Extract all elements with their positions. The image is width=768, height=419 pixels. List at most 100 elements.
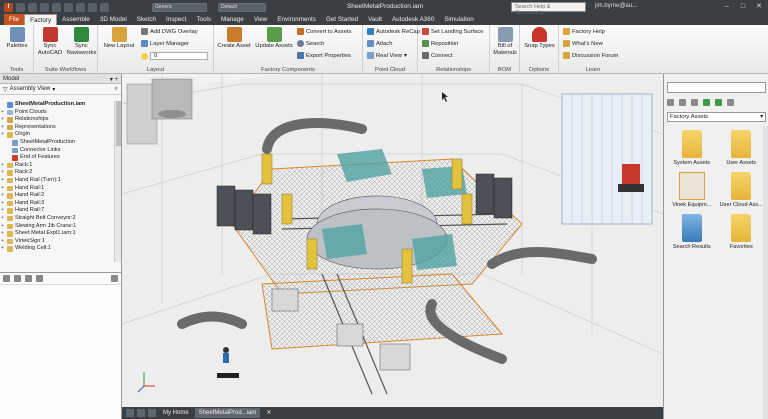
expand-icon[interactable]: + [0,192,5,200]
whats-new-button[interactable]: What's New [563,40,603,47]
appearance-select[interactable]: Default [218,2,266,12]
tree-item[interactable]: + Sheet Metal Expl1.iam:1 [0,230,114,238]
asset-search-input[interactable] [667,82,766,93]
factory-layout-render[interactable] [122,74,663,407]
close-icon[interactable] [111,275,118,282]
asset-item[interactable]: Search Results [667,214,717,250]
tab-get-started[interactable]: Get Started [321,14,363,25]
next-icon[interactable] [148,409,156,417]
search-icon[interactable]: ⌕ [115,86,118,93]
tree-item[interactable]: + VirtekSign:1 [0,238,114,246]
prev-icon[interactable] [137,409,145,417]
update-assets-button[interactable]: Update Assets [254,27,294,50]
palettes-button[interactable]: Palettes [3,27,31,50]
tab-inspect[interactable]: Inspect [161,14,191,25]
sync-icon[interactable] [715,98,722,106]
sort-icon[interactable] [3,275,10,282]
redo-icon[interactable] [25,275,32,282]
set-landing-surface-button[interactable]: Set Landing Surface [422,28,484,35]
redo-icon[interactable] [64,2,73,12]
assembly-view-select[interactable]: Assembly View [10,86,51,92]
real-view-button[interactable]: Real View ▾ [367,52,407,59]
sync-autocad-button[interactable]: Sync AutoCAD [35,27,65,56]
asset-scrollbar[interactable] [763,126,768,419]
graphics-viewport[interactable] [122,74,663,407]
new-layout-button[interactable]: New Layout [101,27,137,50]
scrollbar-thumb[interactable] [116,101,121,146]
asset-library-select[interactable]: Factory Assets ▾ [667,112,766,122]
autodesk-recap-button[interactable]: Autodesk ReCap [367,28,420,35]
new-file-icon[interactable] [16,2,25,12]
open-file-icon[interactable] [28,2,37,12]
settings-icon[interactable] [727,98,734,106]
tree-item[interactable]: + Hand Rail:7 [0,207,114,215]
tree-item[interactable]: + Representations [0,124,114,132]
minimize-icon[interactable]: – [722,2,732,11]
close-icon[interactable]: ✕ [754,2,764,11]
expand-icon[interactable]: + [0,162,5,170]
tab-factory[interactable]: Factory [24,14,58,25]
discussion-forum-button[interactable]: Discussion Forum [563,52,618,59]
expand-icon[interactable]: + [0,215,5,223]
grid-icon[interactable] [126,409,134,417]
bill-of-materials-button[interactable]: Bill of Materials [491,27,519,56]
tree-item[interactable]: + Rack:1 [0,162,114,170]
undo-icon[interactable] [52,2,61,12]
tab-simulation[interactable]: Simulation [439,14,478,25]
tree-item[interactable]: Connector Links [0,147,114,155]
tab-manage[interactable]: Manage [216,14,249,25]
chevron-down-icon[interactable]: ▾ [52,86,55,93]
tree-icon[interactable] [36,275,43,282]
tab-environments[interactable]: Environments [272,14,321,25]
tab-vault[interactable]: Vault [363,14,387,25]
expand-icon[interactable]: + [0,116,5,124]
tree-item[interactable]: + Straight Belt Conveyor:2 [0,215,114,223]
layer-select[interactable]: 0 [141,52,208,60]
expand-icon[interactable]: + [0,109,5,117]
asset-item[interactable]: System Assets [667,130,717,166]
create-asset-button[interactable]: Create Asset [216,27,252,50]
close-icon[interactable]: ✕ [262,408,275,418]
snap-types-button[interactable]: Snap Types [522,27,557,50]
select-icon[interactable] [88,2,97,12]
tree-item[interactable]: + Slewing Arm Jib Crane:1 [0,223,114,231]
expand-icon[interactable]: + [0,185,5,193]
expand-icon[interactable]: + [0,245,5,253]
home-icon[interactable] [76,2,85,12]
asset-item[interactable]: Vinek Equipm... [667,172,717,208]
app-logo-icon[interactable]: I [4,2,13,12]
undo-icon[interactable] [14,275,21,282]
expand-icon[interactable]: + [0,177,5,185]
tree-item[interactable]: End of Features [0,154,114,162]
view-icon[interactable] [679,98,686,106]
expand-icon[interactable]: + [0,223,5,231]
tab-autodesk-a360[interactable]: Autodesk A360 [387,14,439,25]
tree-item[interactable]: + Hand Rail:3 [0,200,114,208]
tree-item[interactable]: + Rack:2 [0,169,114,177]
export-properties-button[interactable]: Export Properties [297,52,351,59]
save-icon[interactable] [40,2,49,12]
layer-manager-button[interactable]: Layer Manager [141,40,189,47]
browser-menu-icon[interactable]: ▾ + [110,76,118,83]
expand-icon[interactable]: + [0,169,5,177]
tab-tools[interactable]: Tools [191,14,216,25]
convert-to-assets-button[interactable]: Convert to Assets [297,28,351,35]
user-account[interactable]: jim.byrne@au... [595,3,637,9]
add-dwg-overlay-button[interactable]: Add DWG Overlay [141,28,198,35]
expand-icon[interactable]: + [0,131,5,139]
list-icon[interactable] [691,98,698,106]
help-search-input[interactable]: Search Help & Commands... [511,2,586,16]
tab-my-home[interactable]: My Home [159,408,193,418]
reposition-button[interactable]: Reposition [422,40,458,47]
update-icon[interactable] [100,2,109,12]
tree-item[interactable]: SheetMetalProduction [0,139,114,147]
asset-item[interactable]: User Assets [717,130,767,166]
tab-document[interactable]: SheetMetalProd...iam [194,408,261,418]
asset-item[interactable]: User Cloud Ass... [717,172,767,208]
expand-icon[interactable]: + [0,207,5,215]
tab-view[interactable]: View [249,14,273,25]
tab-file[interactable]: File [4,14,25,25]
refresh-icon[interactable] [703,98,710,106]
factory-help-button[interactable]: Factory Help [563,28,605,35]
expand-icon[interactable]: + [0,230,5,238]
